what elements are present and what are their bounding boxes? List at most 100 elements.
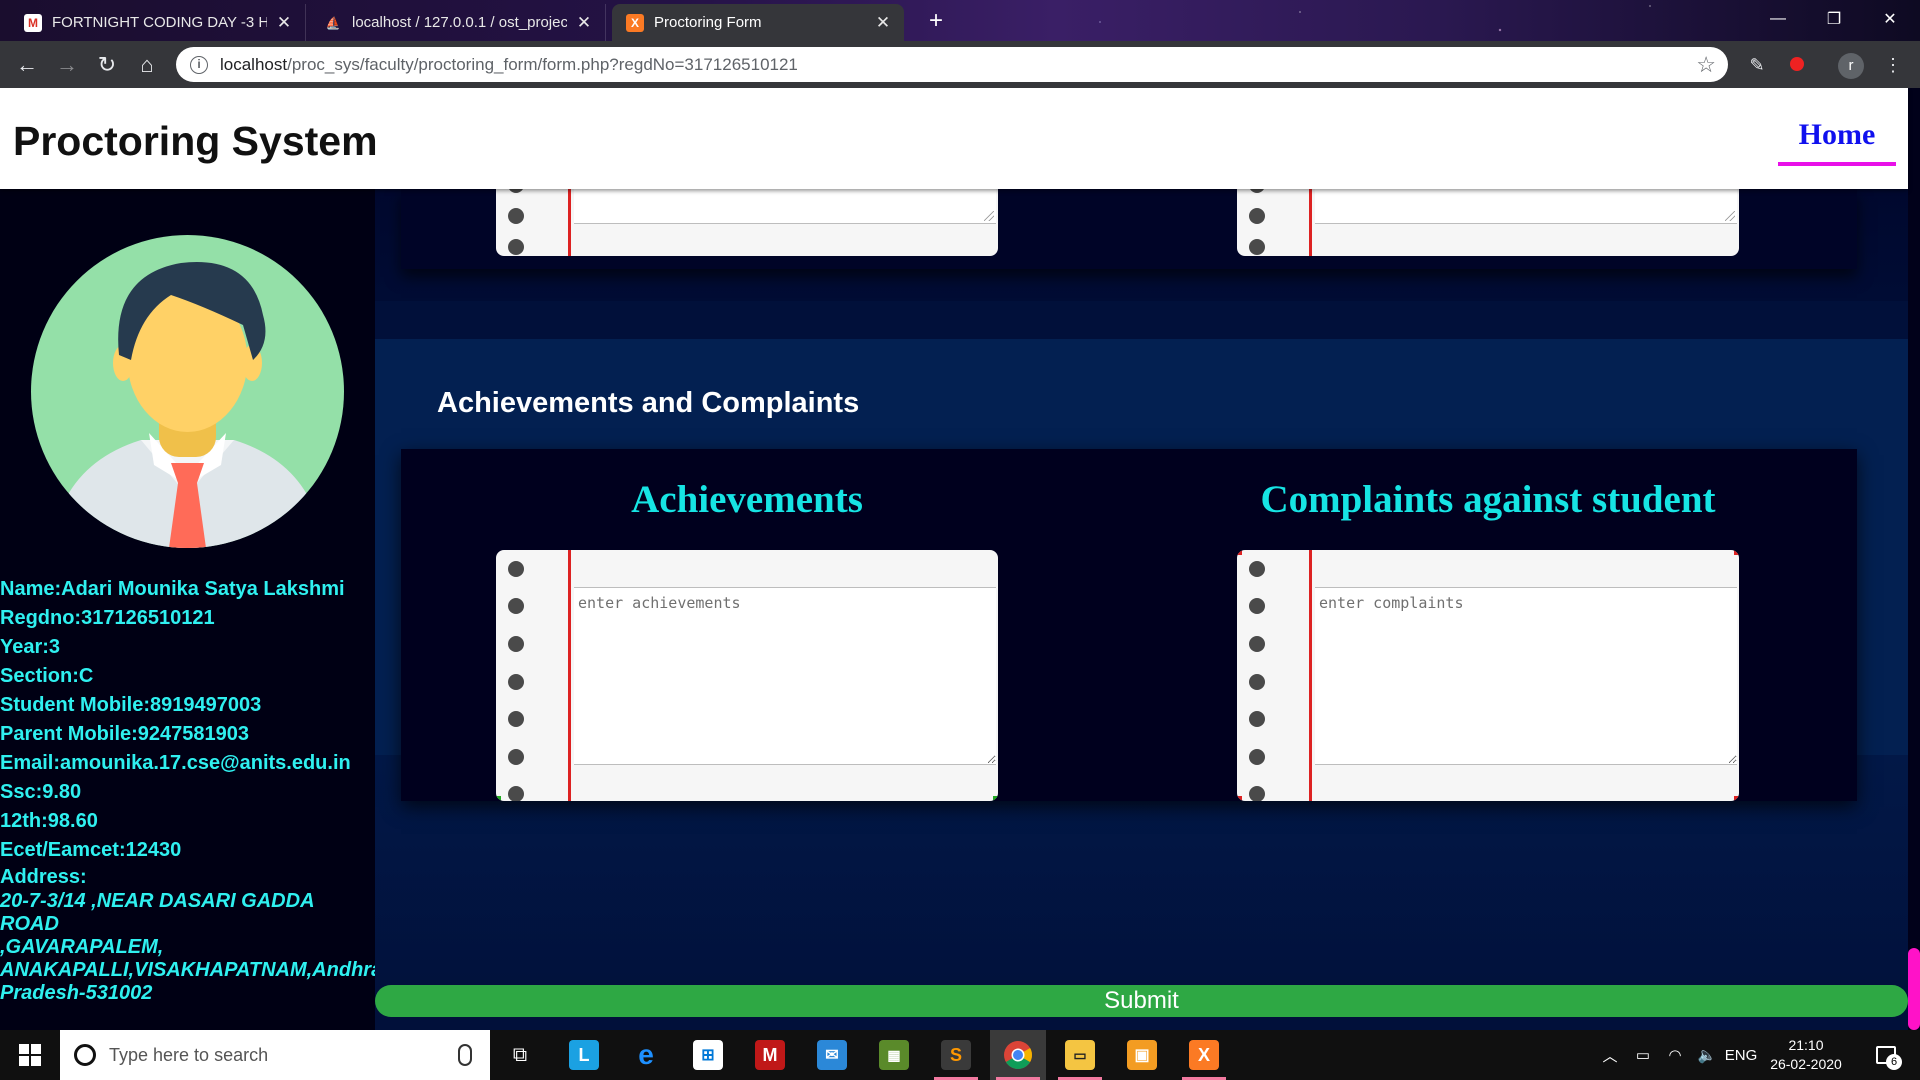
store-icon[interactable]: ⊞ (680, 1030, 736, 1080)
volume-icon[interactable]: 🔈 (1692, 1030, 1722, 1080)
scrollbar-thumb[interactable] (1908, 948, 1920, 1030)
chrome-icon[interactable] (990, 1030, 1046, 1080)
binder-hole (1249, 786, 1265, 801)
tab-phpmyadmin[interactable]: ⛵ localhost / 127.0.0.1 / ost_project ✕ (310, 4, 606, 41)
binder-hole (1249, 598, 1265, 614)
notification-center-icon[interactable]: 6 (1866, 1030, 1906, 1080)
page-viewport: Proctoring System Home Name:Adari Mounik… (0, 88, 1920, 1030)
binder-hole (508, 561, 524, 577)
close-window-button[interactable]: ✕ (1862, 0, 1918, 38)
tab-gmail[interactable]: M FORTNIGHT CODING DAY -3 HACK ✕ (10, 4, 306, 41)
page-scrollbar[interactable] (1908, 189, 1920, 1030)
profile-avatar[interactable]: r (1838, 53, 1864, 79)
complaints-notebook (1237, 550, 1739, 801)
notebook-textarea-frame (1237, 179, 1739, 256)
tab-proctoring-form[interactable]: X Proctoring Form ✕ (612, 4, 904, 41)
microphone-icon[interactable] (458, 1044, 472, 1066)
back-button[interactable]: ← (12, 50, 42, 80)
binder-hole (1249, 561, 1265, 577)
notebook-textarea-frame (496, 179, 998, 256)
student-12th: 12th:98.60 (0, 810, 98, 832)
sublime-text-icon[interactable]: S (928, 1030, 984, 1080)
new-tab-button[interactable]: + (922, 8, 950, 36)
student-ssc: Ssc:9.80 (0, 781, 82, 803)
pen-extension-icon[interactable]: ✎ (1744, 52, 1770, 78)
xampp-icon: X (626, 13, 644, 32)
binder-hole (508, 674, 524, 690)
photos-icon[interactable]: ▦ (866, 1030, 922, 1080)
binder-hole (1249, 208, 1265, 224)
resize-grip-icon[interactable] (1725, 211, 1735, 221)
url-text[interactable]: localhost/proc_sys/faculty/proctoring_fo… (220, 55, 798, 75)
site-header: Proctoring System Home (0, 88, 1908, 189)
xampp-icon[interactable]: X (1176, 1030, 1232, 1080)
binder-hole (508, 711, 524, 727)
binder-hole (1249, 674, 1265, 690)
achievements-notebook (496, 550, 998, 801)
file-explorer-icon[interactable]: ▭ (1052, 1030, 1108, 1080)
reload-button[interactable]: ↻ (92, 50, 122, 80)
browser-tab-strip: M FORTNIGHT CODING DAY -3 HACK ✕ ⛵ local… (0, 0, 1920, 41)
mail-icon[interactable]: ✉ (804, 1030, 860, 1080)
student-mobile: Student Mobile:8919497003 (0, 694, 262, 716)
wifi-icon[interactable]: ◠ (1660, 1030, 1690, 1080)
binder-hole (508, 786, 524, 801)
forward-button[interactable]: → (52, 50, 82, 80)
battery-icon[interactable]: ▭ (1628, 1030, 1658, 1080)
cortana-icon (74, 1044, 96, 1066)
edge-icon[interactable]: e (618, 1030, 674, 1080)
tab-title: FORTNIGHT CODING DAY -3 HACK (52, 14, 267, 31)
home-icon[interactable]: ⌂ (132, 50, 162, 80)
student-details: Name:Adari Mounika Satya Lakshmi Regdno:… (0, 575, 383, 1005)
taskbar-search[interactable]: Type here to search (60, 1030, 490, 1080)
complaints-heading: Complaints against student (1260, 478, 1716, 521)
restore-button[interactable]: ❐ (1806, 0, 1862, 38)
tab-title: localhost / 127.0.0.1 / ost_project (352, 14, 567, 31)
language-indicator[interactable]: ENG (1724, 1030, 1758, 1080)
achievements-heading: Achievements (631, 478, 863, 521)
binder-hole (508, 208, 524, 224)
complaints-textarea[interactable] (1315, 588, 1737, 764)
clock-time: 21:10 (1788, 1037, 1824, 1053)
close-icon[interactable]: ✕ (275, 13, 293, 33)
mcafee-icon[interactable]: M (742, 1030, 798, 1080)
binder-hole (508, 598, 524, 614)
tray-chevron-icon[interactable]: ︿ (1596, 1030, 1624, 1080)
windows-taskbar: Type here to search ⧉ L e ⊞ M ✉ ▦ S ▭ ▣ … (0, 1030, 1920, 1080)
system-clock[interactable]: 21:10 26-02-2020 (1758, 1036, 1854, 1074)
student-year: Year:3 (0, 636, 61, 658)
address-bar[interactable]: i localhost/proc_sys/faculty/proctoring_… (176, 47, 1728, 82)
student-sidebar: Name:Adari Mounika Satya Lakshmi Regdno:… (0, 189, 383, 1030)
close-icon[interactable]: ✕ (575, 13, 593, 33)
gmail-icon: M (24, 13, 42, 32)
binder-hole (1249, 749, 1265, 765)
submit-button[interactable]: Submit (375, 985, 1908, 1017)
package-icon[interactable]: ▣ (1114, 1030, 1170, 1080)
binder-hole (508, 749, 524, 765)
minimize-button[interactable]: — (1750, 0, 1806, 38)
info-icon[interactable]: i (190, 55, 208, 74)
student-section: Section:C (0, 665, 94, 687)
student-ecet: Ecet/Eamcet:12430 (0, 839, 182, 861)
achievements-textarea[interactable] (574, 588, 996, 764)
extension-record-icon[interactable] (1784, 52, 1810, 78)
home-link[interactable]: Home (1778, 118, 1896, 166)
close-icon[interactable]: ✕ (874, 13, 892, 33)
achievements-complaints-card: Achievements Complaints against student (401, 449, 1857, 801)
address-label: Address: (0, 866, 87, 888)
menu-kebab-icon[interactable]: ⋮ (1880, 52, 1906, 78)
app-l-icon[interactable]: L (556, 1030, 612, 1080)
previous-section-card (401, 179, 1857, 269)
student-avatar-illustration (31, 235, 344, 548)
binder-hole (1249, 239, 1265, 255)
resize-grip-icon[interactable] (984, 211, 994, 221)
windows-start-button[interactable] (0, 1030, 60, 1080)
notification-count: 6 (1886, 1054, 1902, 1070)
tab-title: Proctoring Form (654, 14, 762, 31)
student-name: Name:Adari Mounika Satya Lakshmi (0, 578, 345, 600)
student-address: 20-7-3/14 ,NEAR DASARI GADDA ROAD ,GAVAR… (0, 890, 383, 1004)
student-regdno: Regdno:317126510121 (0, 607, 215, 629)
bookmark-star-icon[interactable]: ☆ (1696, 52, 1716, 78)
parent-mobile: Parent Mobile:9247581903 (0, 723, 250, 745)
task-view-icon[interactable]: ⧉ (492, 1030, 548, 1080)
